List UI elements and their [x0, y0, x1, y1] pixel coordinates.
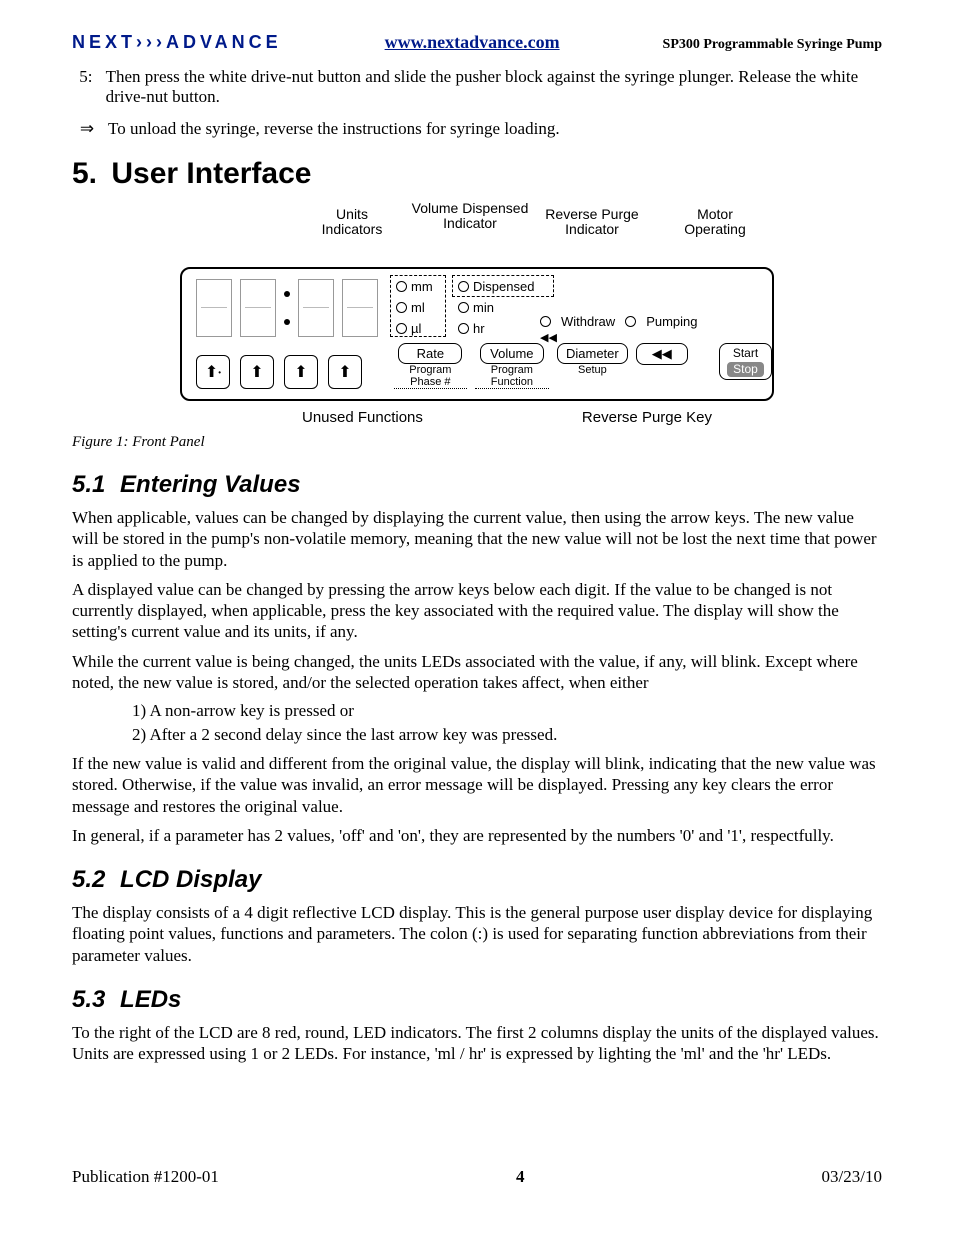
sublist-item: 1) A non-arrow key is pressed or [132, 701, 882, 721]
heading-number: 5.2 [72, 866, 105, 893]
stop-label: Stop [727, 362, 764, 376]
heading-number: 5.1 [72, 471, 105, 498]
led-time-col: Dispensed min hr [458, 279, 534, 336]
led-label-hr: hr [473, 321, 485, 336]
figure-1: Units Indicators Volume Dispensed Indica… [167, 201, 787, 426]
diameter-button[interactable]: Diameter [557, 343, 628, 364]
led-icon [396, 281, 407, 292]
lcd-digit [342, 279, 378, 337]
led-icon [396, 302, 407, 313]
lcd-display [196, 279, 378, 337]
led-icon [540, 316, 551, 327]
sublabel-setup: Setup [557, 364, 628, 376]
lcd-digit [240, 279, 276, 337]
led-icon [396, 323, 407, 334]
led-label-pumping: Pumping [646, 314, 697, 329]
list-number: 5: [76, 67, 96, 107]
arrow-icon: ⇒ [76, 119, 98, 139]
heading-text: LEDs [120, 986, 181, 1013]
sublabel-program-function: Program Function [475, 364, 549, 389]
paragraph: To the right of the LCD are 8 red, round… [72, 1022, 882, 1065]
led-label-mm: mm [411, 279, 433, 294]
heading-number: 5. [72, 157, 97, 190]
heading-text: User Interface [111, 157, 311, 190]
paragraph: In general, if a parameter has 2 values,… [72, 825, 882, 846]
arrow-key-4[interactable]: ⬆ [328, 355, 362, 389]
led-icon [458, 323, 469, 334]
arrow-key-2[interactable]: ⬆ [240, 355, 274, 389]
front-panel-outline: mm ml µl Dispensed min hr Withdraw Pumpi… [180, 267, 774, 401]
paragraph: If the new value is valid and different … [72, 753, 882, 817]
led-icon [625, 316, 636, 327]
sublabel-program-phase: Program Phase # [394, 364, 467, 389]
footer-publication: Publication #1200-01 [72, 1167, 219, 1187]
lcd-colon [284, 280, 290, 336]
led-label-ul: µl [411, 321, 421, 336]
heading-5: 5. User Interface [72, 157, 882, 191]
annot-reverse-purge-key: Reverse Purge Key [582, 409, 712, 426]
function-button-row: Rate Program Phase # Volume Program Func… [394, 343, 772, 389]
button-row: ⬆• ⬆ ⬆ ⬆ [196, 355, 362, 389]
lcd-digit [196, 279, 232, 337]
annot-reverse-purge: Reverse Purge Indicator [537, 207, 647, 238]
figure-caption: Figure 1: Front Panel [72, 434, 882, 451]
annot-unused-functions: Unused Functions [302, 409, 423, 426]
heading-number: 5.3 [72, 986, 105, 1013]
heading-5-2: 5.2 LCD Display [72, 866, 882, 894]
led-units-col: mm ml µl [396, 279, 433, 336]
rate-button[interactable]: Rate [398, 343, 462, 364]
led-label-ml: ml [411, 300, 425, 315]
paragraph: While the current value is being changed… [72, 651, 882, 694]
start-stop-button[interactable]: Start Stop [719, 343, 772, 380]
paragraph: The display consists of a 4 digit reflec… [72, 902, 882, 966]
led-status-row: Withdraw Pumping [540, 314, 698, 329]
led-icon [458, 281, 469, 292]
brand-logo: NEXT›››ADVANCE [72, 32, 282, 53]
footer-page-number: 4 [516, 1167, 525, 1187]
list-item-5: 5: Then press the white drive-nut button… [72, 67, 882, 107]
lcd-digit [298, 279, 334, 337]
heading-5-3: 5.3 LEDs [72, 986, 882, 1014]
heading-text: LCD Display [120, 866, 261, 893]
led-label-withdraw: Withdraw [561, 314, 615, 329]
paragraph: A displayed value can be changed by pres… [72, 579, 882, 643]
led-icon [458, 302, 469, 313]
reverse-purge-button[interactable]: ◀◀ [636, 343, 688, 365]
heading-5-1: 5.1 Entering Values [72, 471, 882, 499]
figure-annotations-bottom: Unused Functions Reverse Purge Key [182, 409, 772, 426]
paragraph: When applicable, values can be changed b… [72, 507, 882, 571]
site-link[interactable]: www.nextadvance.com [385, 32, 560, 53]
list-item-arrow: ⇒ To unload the syringe, reverse the ins… [72, 119, 882, 139]
led-label-dispensed: Dispensed [473, 279, 534, 294]
led-label-min: min [473, 300, 494, 315]
footer-date: 03/23/10 [822, 1167, 882, 1187]
figure-annotations-top: Units Indicators Volume Dispensed Indica… [167, 201, 787, 267]
heading-text: Entering Values [120, 471, 301, 498]
list-text: Then press the white drive-nut button an… [106, 67, 882, 107]
annot-units-indicators: Units Indicators [307, 207, 397, 238]
page-header: NEXT›››ADVANCE www.nextadvance.com SP300… [72, 32, 882, 53]
sublist-item: 2) After a 2 second delay since the last… [132, 725, 882, 745]
start-label: Start [720, 346, 771, 360]
arrow-key-1[interactable]: ⬆• [196, 355, 230, 389]
annot-volume-dispensed: Volume Dispensed Indicator [405, 201, 535, 232]
page-footer: Publication #1200-01 4 03/23/10 [72, 1167, 882, 1187]
volume-button[interactable]: Volume [480, 343, 544, 364]
doc-title: SP300 Programmable Syringe Pump [663, 37, 882, 53]
annot-motor-operating: Motor Operating [675, 207, 755, 238]
list-text: To unload the syringe, reverse the instr… [108, 119, 560, 139]
arrow-key-3[interactable]: ⬆ [284, 355, 318, 389]
